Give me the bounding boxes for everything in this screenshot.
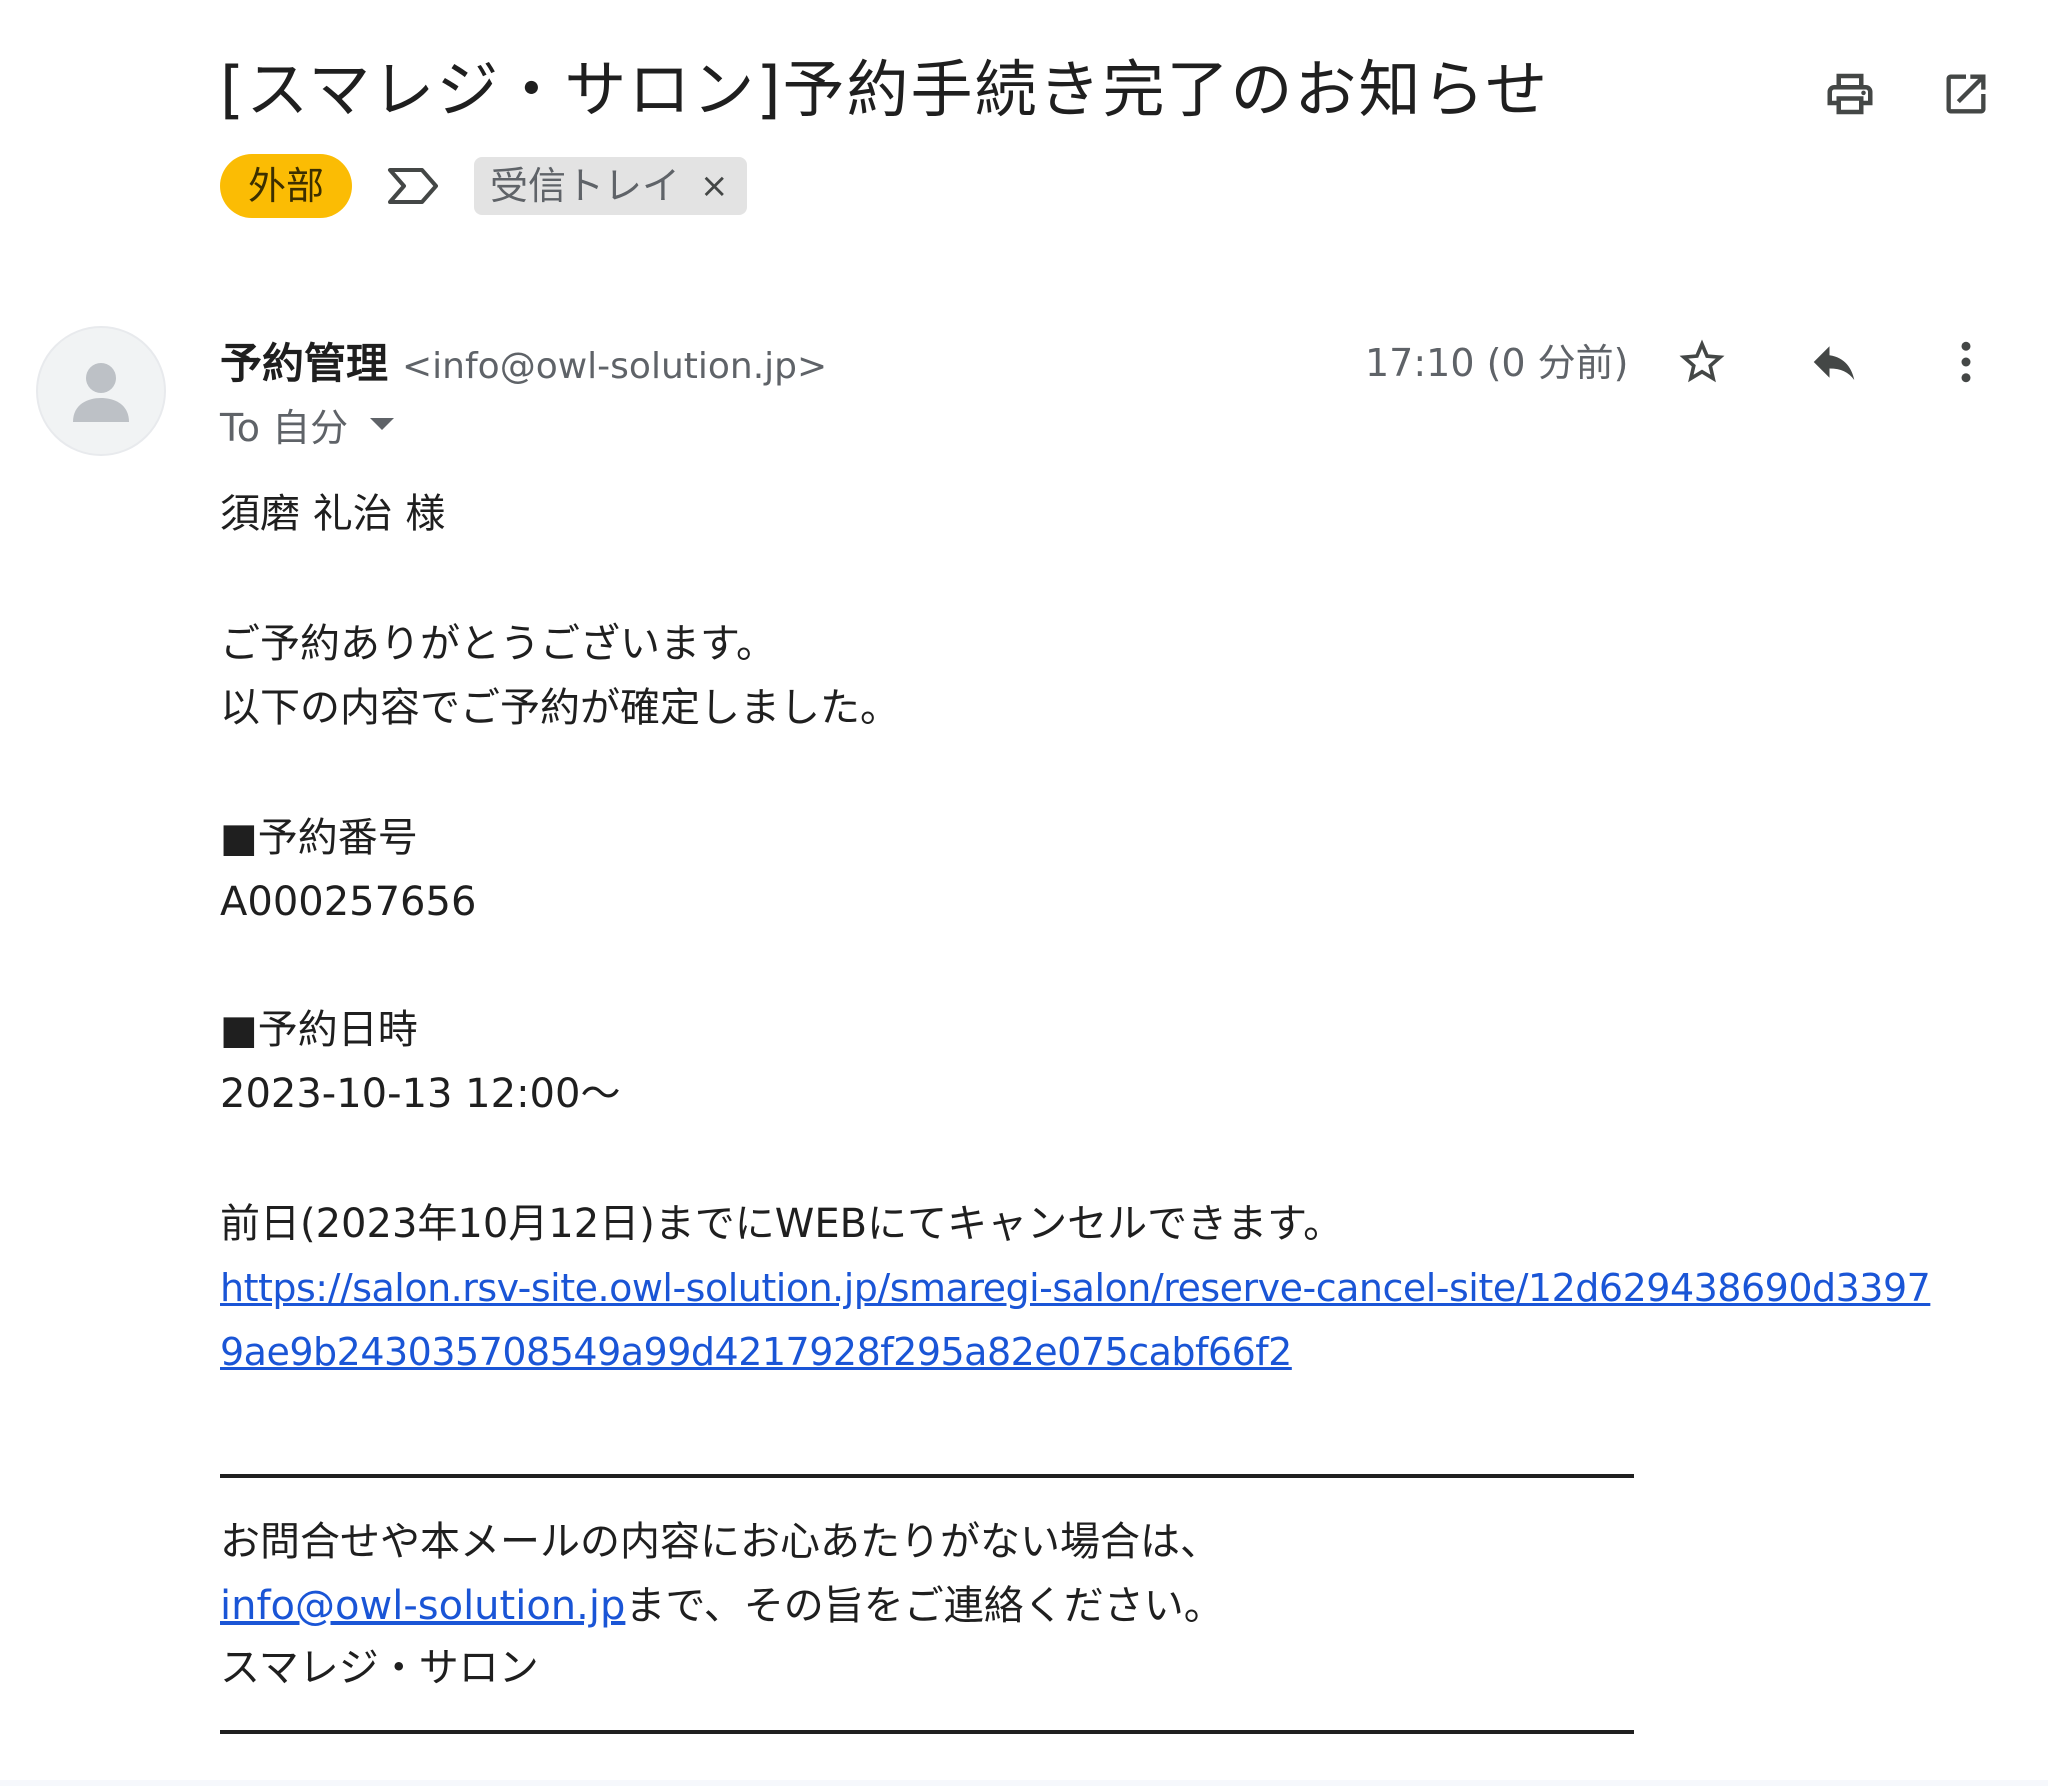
signature: スマレジ・サロン	[220, 1645, 539, 1691]
avatar	[36, 326, 166, 456]
sender-info: 予約管理 <info@owl-solution.jp>	[220, 330, 828, 388]
reservation-datetime: 2023-10-13 12:00～	[220, 1071, 621, 1117]
cancel-link-line1[interactable]: https://salon.rsv-site.owl-solution.jp/s…	[220, 1256, 1931, 1320]
chevron-down-icon[interactable]	[370, 418, 395, 430]
reservation-number-heading: ■予約番号	[220, 815, 418, 861]
close-icon[interactable]: ×	[700, 157, 729, 215]
cancel-link-line2[interactable]: 9ae9b243035708549a99d4217928f295a82e075c…	[220, 1320, 1292, 1384]
contact-line2: info@owl-solution.jpまで、その旨をご連絡ください。	[220, 1574, 1224, 1638]
print-icon[interactable]	[1818, 62, 1882, 126]
label-row: 外部 受信トレイ ×	[220, 154, 747, 218]
sender-name[interactable]: 予約管理	[220, 330, 388, 391]
more-vert-icon[interactable]	[1934, 330, 1998, 394]
greeting: 須磨 礼治 様	[220, 491, 446, 537]
contact-email-link[interactable]: info@owl-solution.jp	[220, 1583, 625, 1629]
confirmed-line: 以下の内容でご予約が確定しました。	[220, 685, 900, 731]
divider-bottom	[220, 1730, 1634, 1734]
star-icon[interactable]	[1670, 330, 1734, 394]
inbox-label-text: 受信トレイ	[490, 164, 681, 208]
cancel-notice: 前日(2023年10月12日)までにWEBにてキャンセルできます。	[220, 1201, 1344, 1247]
recipient-text: To 自分	[220, 405, 349, 450]
email-timestamp: 17:10 (0 分前)	[1365, 341, 1629, 385]
contact-line2-suffix: まで、その旨をご連絡ください。	[625, 1583, 1224, 1629]
thanks-line: ご予約ありがとうございます。	[220, 621, 776, 667]
open-in-new-window-icon[interactable]	[1934, 62, 1998, 126]
label-arrow-icon[interactable]	[386, 164, 442, 208]
bottom-edge	[0, 1780, 2048, 1786]
reservation-number: A000257656	[220, 879, 477, 925]
divider-top	[220, 1474, 1634, 1478]
person-icon	[73, 363, 129, 422]
inbox-label-chip: 受信トレイ ×	[474, 157, 747, 215]
reply-icon[interactable]	[1802, 330, 1866, 394]
reservation-datetime-heading: ■予約日時	[220, 1007, 418, 1053]
sender-email: <info@owl-solution.jp>	[402, 346, 828, 387]
recipient-dropdown[interactable]: To 自分	[220, 398, 395, 450]
contact-line1: お問合せや本メールの内容にお心あたりがない場合は、	[220, 1519, 1220, 1565]
external-badge: 外部	[220, 154, 353, 218]
email-subject: [スマレジ・サロン]予約手続き完了のお知らせ	[220, 53, 1550, 126]
